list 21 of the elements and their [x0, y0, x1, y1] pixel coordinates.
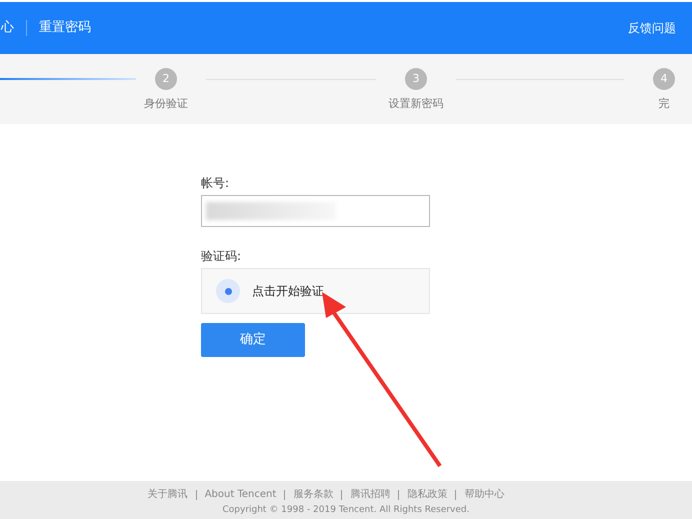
- page-title: 重置密码: [39, 19, 91, 38]
- step-number: 4: [653, 68, 675, 90]
- step-label: 身份验证: [144, 96, 188, 112]
- submit-button[interactable]: 确定: [201, 323, 305, 357]
- account-label: 帐号:: [201, 175, 230, 190]
- footer-link[interactable]: 服务条款: [293, 487, 334, 502]
- step-label: 设置新密码: [388, 96, 444, 112]
- account-field[interactable]: [201, 195, 430, 227]
- footer-link[interactable]: 帮助中心: [464, 487, 504, 502]
- captcha-label: 验证码:: [201, 248, 242, 263]
- footer-link[interactable]: About Tencent: [204, 487, 276, 502]
- footer-link[interactable]: 关于腾讯: [148, 487, 188, 502]
- copyright-text: Copyright © 1998 - 2019 Tencent. All Rights Reserved.: [222, 504, 470, 517]
- captcha-button[interactable]: 点击开始验证: [201, 268, 430, 314]
- footer-link[interactable]: 隐私政策: [407, 487, 448, 502]
- feedback-link[interactable]: 反馈问题: [628, 19, 676, 37]
- step-number: 2: [155, 68, 177, 90]
- footer-link[interactable]: 腾讯招聘: [350, 487, 390, 502]
- step-label: 完: [658, 96, 670, 112]
- site-name: 心: [1, 19, 14, 38]
- step-number: 3: [405, 68, 427, 90]
